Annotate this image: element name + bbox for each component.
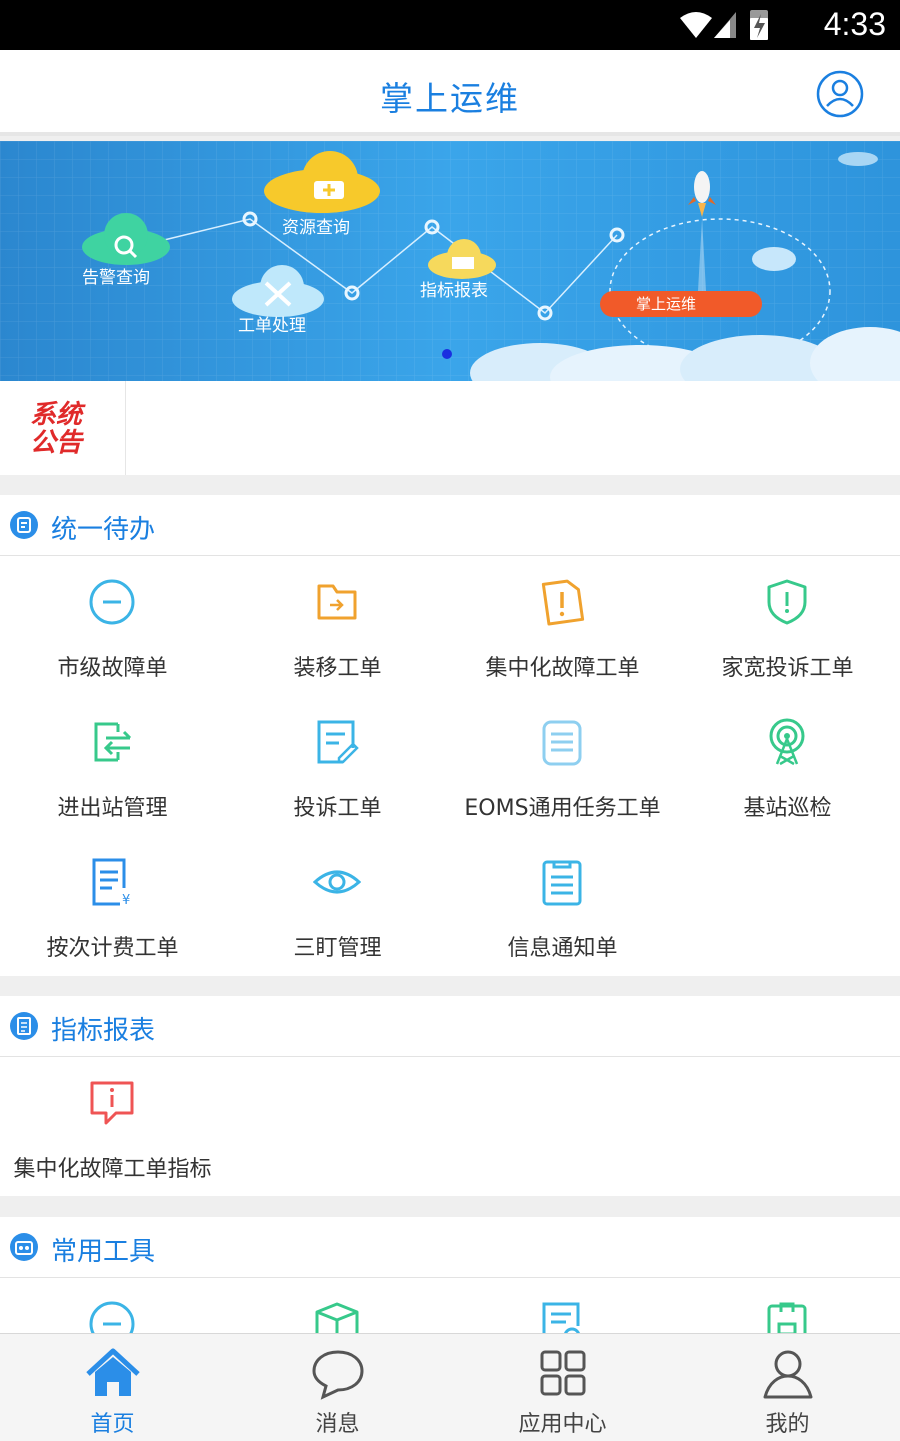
svg-text:¥: ¥ [122,893,130,906]
clipboard-list-icon [542,860,582,906]
app-header: 掌上运维 [0,50,900,136]
info-chat-icon [90,1081,134,1125]
eye-icon [313,870,361,894]
app-central-fault[interactable]: 集中化故障工单 [450,556,675,696]
exit-arrows-icon [94,722,132,762]
app-label: 装移工单 [293,656,382,681]
app-label: 进出站管理 [57,796,168,821]
app-eoms-task[interactable]: EOMS通用任务工单 [450,696,675,836]
todo-section-icon [10,511,38,539]
box-icon [315,1302,359,1333]
tool-item[interactable] [225,1278,450,1333]
tool-item[interactable] [675,1278,900,1333]
tools-section-icon [10,1233,38,1261]
signal-status-icons [680,10,768,40]
app-label: 投诉工单 [293,796,382,821]
section-reports: 指标报表 集中化故障工单指标 [0,996,900,1196]
tool-item[interactable] [450,1278,675,1333]
carousel-dot-active [442,349,452,359]
section-todo: 统一待办 市级故障单 装移工单 集中化故障工单 家宽投诉工单 进出站管理 投诉工… [0,495,900,976]
system-notice-bar[interactable]: 系统 公告 [0,381,900,475]
tower-signal-icon [769,718,805,766]
system-notice-logo: 系统 公告 [0,381,126,475]
app-broadband-complaint[interactable]: 家宽投诉工单 [675,556,900,696]
clipboard-icon [767,1302,807,1333]
clock: 4:33 [823,6,886,42]
section-tools: 常用工具 [0,1217,900,1333]
billing-document-icon: ¥ [92,858,130,906]
document-edit-icon [317,720,359,764]
user-icon [763,1350,813,1399]
report-section-icon [10,1012,38,1040]
page-title: 掌上运维 [380,79,520,118]
status-bar: 4:33 [0,0,900,50]
section-header: 常用工具 [0,1217,900,1278]
banner-label-app: 掌上运维 [636,295,696,313]
tab-label: 首页 [90,1412,135,1437]
folder-arrow-icon [317,584,357,620]
tab-messages[interactable]: 消息 [225,1334,450,1441]
app-install-move[interactable]: 装移工单 [225,556,450,696]
grid-apps-icon [540,1350,586,1396]
home-icon [86,1348,140,1396]
banner-label-workorder: 工单处理 [238,316,306,336]
tab-label: 我的 [765,1412,810,1437]
app-label: 集中化故障工单 [485,656,640,681]
app-label: 三盯管理 [293,936,382,961]
document-search-icon [542,1302,580,1333]
section-header: 指标报表 [0,996,900,1057]
app-per-charge[interactable]: ¥ 按次计费工单 [0,836,225,976]
profile-icon[interactable] [816,70,864,118]
app-label: 集中化故障工单指标 [13,1157,212,1182]
banner-label-alarm: 告警查询 [82,268,150,288]
svg-text:系统: 系统 [30,400,86,430]
banner-label-report: 指标报表 [420,281,488,301]
notepad-icon [542,720,582,766]
app-city-fault[interactable]: 市级故障单 [0,556,225,696]
banner-label-resource: 资源查询 [282,218,350,238]
tab-label: 应用中心 [518,1412,607,1437]
app-info-notice[interactable]: 信息通知单 [450,836,675,976]
app-station-access[interactable]: 进出站管理 [0,696,225,836]
app-label: 按次计费工单 [46,936,179,961]
shield-alert-icon [767,579,807,625]
section-title: 常用工具 [51,1237,156,1267]
app-three-watch[interactable]: 三盯管理 [225,836,450,976]
tool-item[interactable] [0,1278,225,1333]
minus-circle-icon [89,1301,135,1333]
minus-circle-icon [89,579,135,625]
section-title: 指标报表 [51,1016,156,1046]
section-title: 统一待办 [51,515,156,545]
app-label: 信息通知单 [507,936,618,961]
tab-app-center[interactable]: 应用中心 [450,1334,675,1441]
svg-text:公告: 公告 [30,428,85,458]
app-label: 家宽投诉工单 [721,656,854,681]
tab-label: 消息 [315,1412,360,1437]
app-complaint[interactable]: 投诉工单 [225,696,450,836]
promo-banner[interactable]: 告警查询 资源查询 工单处理 指标报表 掌上运维 [0,141,900,381]
tab-mine[interactable]: 我的 [675,1334,900,1441]
app-label: 市级故障单 [57,656,168,681]
warning-document-icon [541,579,585,626]
app-station-patrol[interactable]: 基站巡检 [675,696,900,836]
tab-home[interactable]: 首页 [0,1334,225,1441]
bottom-tab-bar: 首页 消息 应用中心 我的 [0,1333,900,1441]
app-label: 基站巡检 [743,796,832,821]
chat-bubble-icon [312,1350,364,1400]
app-central-fault-metrics[interactable]: 集中化故障工单指标 [0,1057,225,1197]
app-label: EOMS通用任务工单 [464,796,661,821]
section-header: 统一待办 [0,495,900,556]
